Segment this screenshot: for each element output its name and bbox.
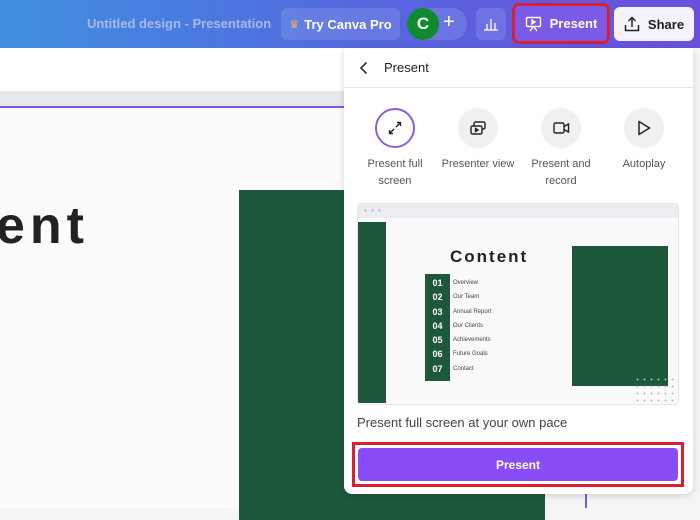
panel-header: Present	[344, 48, 693, 88]
preview-title: Content	[450, 247, 529, 266]
back-button[interactable]	[344, 61, 384, 75]
preview-window-bar	[358, 204, 678, 218]
item-label: Overview	[453, 280, 479, 286]
option-presenter-view[interactable]: Presenter view	[437, 108, 519, 189]
collaborators: C +	[407, 8, 467, 40]
plus-icon[interactable]: +	[443, 11, 455, 34]
item-number: 07	[432, 364, 443, 374]
item-number: 03	[432, 307, 443, 317]
present-panel: Present Present full screen Presenter vi…	[344, 48, 693, 494]
preview-list-item: 07 Contact	[425, 362, 545, 376]
option-label: Present full screen	[367, 158, 423, 187]
item-number: 05	[432, 335, 443, 345]
preview-list-item: 01 Overview	[425, 276, 545, 290]
present-button-highlight: Present	[352, 442, 684, 487]
preview-list-item: 02 Our Team	[425, 290, 545, 304]
video-camera-icon	[552, 122, 569, 134]
item-label: Annual Report	[453, 309, 492, 315]
slide-preview: Content 01 Overview 02 Our Team 03 Annual R…	[357, 203, 679, 405]
present-button-top[interactable]: Present	[512, 3, 610, 44]
item-label: Our Clients	[453, 323, 484, 329]
preview-list-item: 06 Future Goals	[425, 347, 545, 361]
share-button[interactable]: Share	[614, 7, 694, 41]
window-dot	[364, 209, 367, 212]
presenter-view-icon	[470, 121, 486, 135]
slide-canvas[interactable]: ent	[0, 106, 545, 520]
option-description: Present full screen at your own pace	[357, 415, 568, 430]
analytics-button[interactable]	[476, 8, 506, 40]
preview-list-item: 04 Our Clients	[425, 319, 545, 333]
item-number: 02	[432, 292, 443, 302]
option-icon-wrap	[458, 108, 498, 148]
present-label: Present	[549, 16, 598, 31]
option-present-full-screen[interactable]: Present full screen	[354, 108, 436, 189]
expand-arrows-icon	[388, 121, 402, 135]
presentation-icon	[525, 16, 541, 31]
option-present-and-record[interactable]: Present and record	[520, 108, 602, 189]
option-label: Presenter view	[441, 158, 515, 170]
option-icon-wrap	[375, 108, 415, 148]
slide-title[interactable]: ent	[0, 196, 89, 256]
editor-toolbar	[0, 48, 345, 91]
item-number: 04	[432, 321, 443, 331]
item-number: 06	[432, 349, 443, 359]
item-label: Contact	[453, 366, 474, 372]
try-pro-label: Try Canva Pro	[304, 16, 392, 32]
share-label: Share	[647, 16, 685, 32]
item-label: Our Team	[453, 294, 480, 300]
item-label: Achievements	[453, 337, 491, 343]
preview-list-item: 05 Achievements	[425, 333, 545, 347]
window-dot	[378, 209, 381, 212]
chevron-left-icon	[359, 61, 368, 74]
avatar[interactable]: C	[407, 8, 439, 40]
item-label: Future Goals	[453, 351, 488, 357]
item-number: 01	[432, 278, 443, 288]
window-dot	[371, 209, 374, 212]
upload-icon	[624, 16, 640, 32]
bar-chart-icon	[484, 19, 498, 31]
option-icon-wrap	[541, 108, 581, 148]
top-bar: Untitled design - Presentation ♛ Try Can…	[0, 0, 700, 48]
document-title[interactable]: Untitled design - Presentation	[87, 16, 271, 31]
preview-list-item: 03 Annual Report	[425, 305, 545, 319]
panel-title: Present	[384, 60, 429, 75]
preview-dot-pattern	[634, 376, 678, 402]
option-label: Autoplay	[622, 158, 666, 170]
play-icon	[638, 120, 651, 136]
option-label: Present and record	[531, 158, 591, 187]
preview-left-bar	[358, 222, 386, 403]
option-icon-wrap	[624, 108, 664, 148]
option-autoplay[interactable]: Autoplay	[603, 108, 685, 189]
preview-right-block	[572, 246, 668, 386]
present-button[interactable]: Present	[358, 448, 678, 481]
crown-icon: ♛	[289, 18, 300, 31]
canvas-margin	[0, 91, 345, 106]
present-options: Present full screen Presenter view Prese…	[344, 108, 693, 189]
try-canva-pro-button[interactable]: ♛ Try Canva Pro	[281, 8, 400, 40]
